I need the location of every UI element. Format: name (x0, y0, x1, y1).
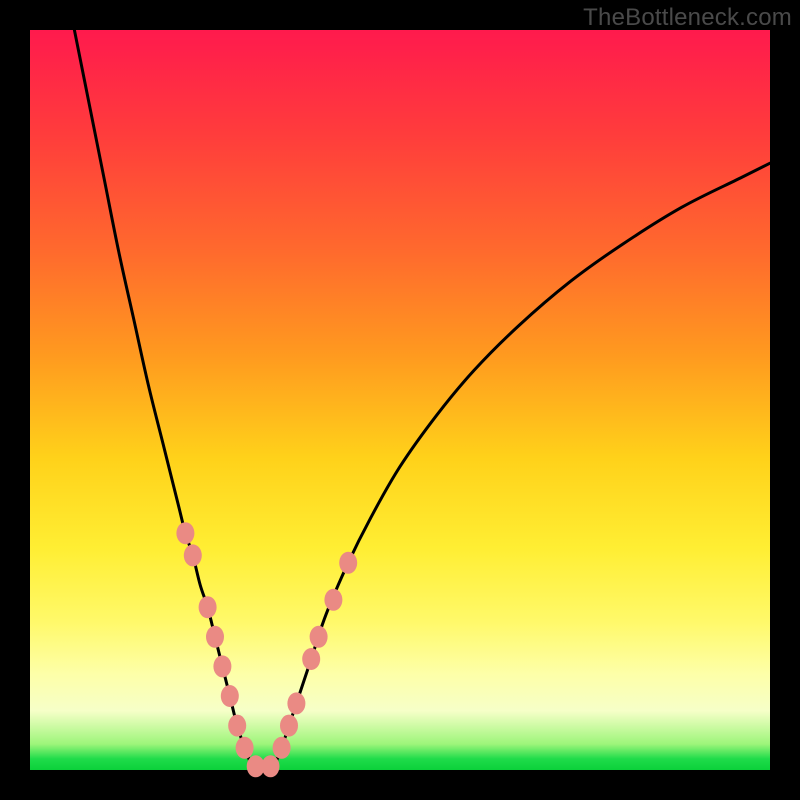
marker-point (213, 655, 231, 677)
plot-area (30, 30, 770, 770)
marker-point (262, 755, 280, 777)
marker-point (302, 648, 320, 670)
marker-point (206, 626, 224, 648)
marker-point (228, 715, 246, 737)
marker-point (339, 552, 357, 574)
marker-point (280, 715, 298, 737)
series-left-branch (74, 30, 252, 766)
marker-point (221, 685, 239, 707)
marker-point (324, 589, 342, 611)
marker-point (199, 596, 217, 618)
series-group (74, 30, 770, 768)
series-right-branch (274, 163, 770, 766)
marker-point (310, 626, 328, 648)
marker-point (176, 522, 194, 544)
marker-point (273, 737, 291, 759)
marker-point (236, 737, 254, 759)
watermark-text: TheBottleneck.com (583, 4, 792, 32)
markers-group (176, 522, 357, 777)
outer-frame: TheBottleneck.com (0, 0, 800, 800)
marker-point (287, 692, 305, 714)
marker-point (184, 544, 202, 566)
chart-svg (30, 30, 770, 770)
